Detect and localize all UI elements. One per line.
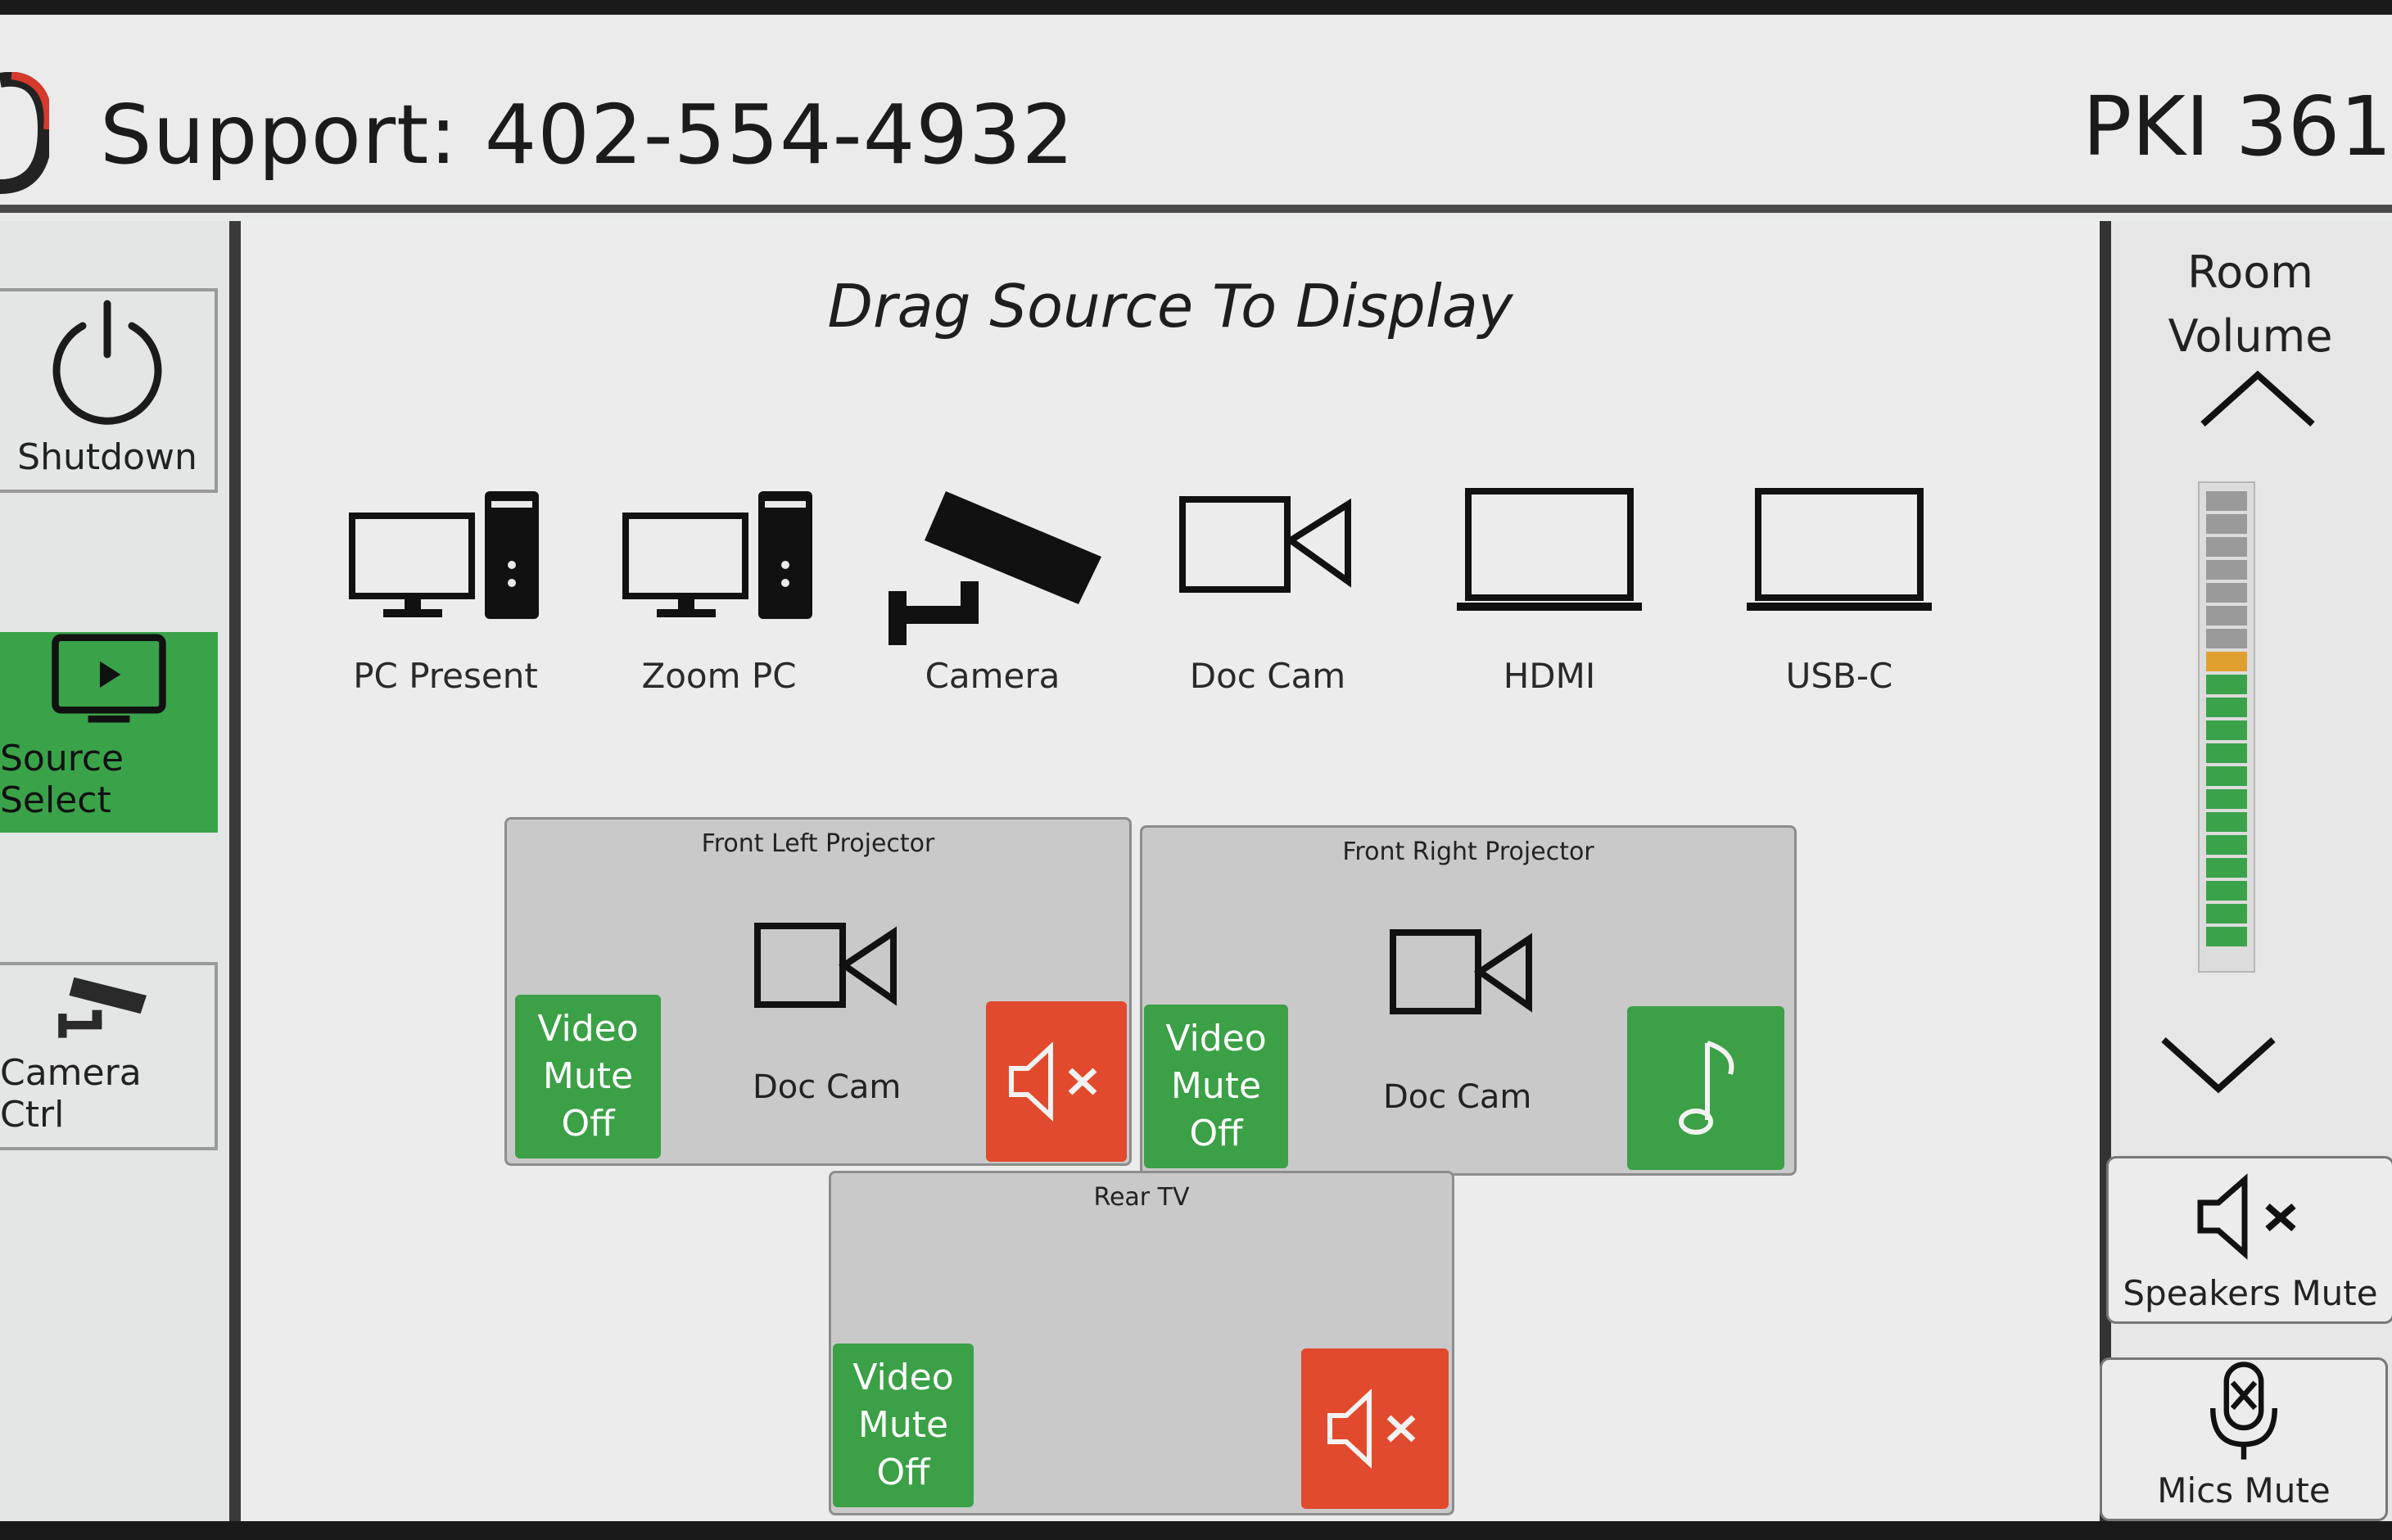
video-mute-button[interactable]: Video Mute Off bbox=[515, 995, 661, 1158]
source-select-button[interactable]: Source Select bbox=[0, 632, 218, 833]
source-usb-c[interactable]: USB-C bbox=[1716, 483, 1962, 696]
video-mute-button[interactable]: Video Mute Off bbox=[1144, 1005, 1288, 1168]
volume-meter-segment bbox=[2206, 858, 2247, 878]
volume-level-meter bbox=[2198, 481, 2255, 973]
room-name: PKI 361 bbox=[2082, 79, 2392, 174]
display-title: Front Left Projector bbox=[701, 829, 935, 858]
video-mute-line-2: Mute bbox=[542, 1055, 634, 1097]
laptop-icon bbox=[1457, 488, 1642, 611]
volume-meter-segment bbox=[2206, 583, 2247, 603]
page-title: Drag Source To Display bbox=[827, 272, 1513, 341]
shutdown-label: Shutdown bbox=[17, 436, 197, 478]
volume-meter-segment bbox=[2206, 491, 2247, 511]
video-mute-line-2: Mute bbox=[1170, 1065, 1262, 1107]
volume-meter-segment bbox=[2206, 881, 2247, 901]
video-camera-icon bbox=[754, 923, 897, 1008]
display-title: Front Right Projector bbox=[1342, 838, 1594, 866]
volume-down-icon[interactable] bbox=[2157, 1032, 2280, 1097]
audio-mute-button[interactable] bbox=[1301, 1348, 1449, 1509]
display-title: Rear TV bbox=[1093, 1183, 1190, 1212]
video-camera-icon bbox=[1390, 929, 1532, 1014]
volume-meter-segment bbox=[2206, 835, 2247, 855]
volume-meter-segment bbox=[2206, 927, 2247, 946]
display-rear-tv[interactable]: Rear TV Video Mute Off bbox=[829, 1171, 1454, 1515]
source-label: PC Present bbox=[353, 656, 538, 696]
room-volume-title-line-1: Room bbox=[2187, 246, 2313, 298]
mics-mute-label: Mics Mute bbox=[2157, 1470, 2331, 1511]
speakers-mute-label: Speakers Mute bbox=[2123, 1273, 2378, 1313]
speaker-muted-icon bbox=[1327, 1389, 1416, 1469]
monitor-play-icon bbox=[52, 634, 166, 723]
source-label: Doc Cam bbox=[1189, 656, 1346, 696]
volume-meter-segment bbox=[2206, 789, 2247, 809]
source-label: HDMI bbox=[1503, 656, 1596, 696]
volume-meter-segment bbox=[2206, 560, 2247, 580]
video-mute-line-3: Off bbox=[876, 1452, 930, 1493]
security-camera-icon bbox=[889, 491, 1101, 645]
source-hdmi[interactable]: HDMI bbox=[1427, 483, 1672, 696]
speaker-muted-icon bbox=[2197, 1173, 2296, 1260]
mics-mute-button[interactable]: Mics Mute bbox=[2100, 1357, 2388, 1521]
volume-rail: Room Volume Speakers Mute Mics Mute bbox=[2100, 221, 2392, 1521]
left-nav: Shutdown Source Select Camera Ctrl bbox=[0, 221, 241, 1521]
header-bar: Support: 402-554-4932 PKI 361 bbox=[0, 15, 2392, 213]
video-mute-line-2: Mute bbox=[857, 1404, 949, 1446]
source-select-label: Source Select bbox=[0, 738, 124, 821]
video-mute-line-3: Off bbox=[561, 1103, 615, 1145]
shutdown-button[interactable]: Shutdown bbox=[0, 288, 218, 493]
video-camera-icon bbox=[1179, 496, 1351, 593]
microphone-muted-icon bbox=[2209, 1362, 2278, 1460]
source-pc-present[interactable]: PC Present bbox=[323, 483, 568, 696]
pc-icon bbox=[349, 491, 539, 619]
speakers-mute-button[interactable]: Speakers Mute bbox=[2106, 1156, 2392, 1324]
camera-ctrl-button[interactable]: Camera Ctrl bbox=[0, 962, 218, 1150]
volume-meter-segment bbox=[2206, 698, 2247, 717]
source-zoom-pc[interactable]: Zoom PC bbox=[596, 483, 842, 696]
source-label: USB-C bbox=[1785, 656, 1893, 696]
volume-up-icon[interactable] bbox=[2196, 367, 2319, 432]
volume-meter-segment bbox=[2206, 629, 2247, 648]
display-current-source: Doc Cam bbox=[1383, 1078, 1532, 1116]
video-mute-line-3: Off bbox=[1189, 1113, 1243, 1154]
audio-unmuted-button[interactable] bbox=[1627, 1006, 1784, 1170]
source-label: Camera bbox=[925, 656, 1060, 696]
display-front-right-projector[interactable]: Front Right Projector Doc Cam Video Mute… bbox=[1140, 825, 1797, 1176]
volume-meter-segment bbox=[2206, 812, 2247, 832]
video-mute-button[interactable]: Video Mute Off bbox=[833, 1344, 974, 1507]
laptop-icon bbox=[1747, 488, 1932, 611]
security-camera-icon bbox=[58, 977, 147, 1038]
video-mute-line-1: Video bbox=[852, 1357, 954, 1398]
display-front-left-projector[interactable]: Front Left Projector Doc Cam Video Mute … bbox=[504, 817, 1132, 1166]
source-label: Zoom PC bbox=[641, 656, 797, 696]
volume-meter-segment bbox=[2206, 537, 2247, 557]
volume-meter-segment bbox=[2206, 743, 2247, 763]
brand-logo bbox=[0, 72, 49, 194]
volume-meter-segment bbox=[2206, 514, 2247, 534]
source-camera[interactable]: Camera bbox=[870, 483, 1115, 696]
room-volume-title-line-2: Volume bbox=[2168, 310, 2333, 362]
source-list: PC Present Zoom PC Camera Doc Cam HDMI U… bbox=[323, 483, 2091, 696]
pc-icon bbox=[622, 491, 812, 619]
audio-mute-button[interactable] bbox=[986, 1001, 1127, 1162]
video-mute-line-1: Video bbox=[537, 1008, 639, 1050]
touch-panel-screen: Support: 402-554-4932 PKI 361 Shutdown S… bbox=[0, 15, 2392, 1521]
source-doc-cam[interactable]: Doc Cam bbox=[1145, 483, 1390, 696]
volume-meter-segment bbox=[2206, 720, 2247, 740]
volume-meter-segment bbox=[2206, 766, 2247, 786]
source-routing-area: Drag Source To Display PC Present Zoom P… bbox=[241, 221, 2100, 1521]
volume-meter-segment bbox=[2206, 652, 2247, 671]
music-note-icon bbox=[1679, 1041, 1734, 1135]
video-mute-line-1: Video bbox=[1165, 1018, 1267, 1059]
display-current-source: Doc Cam bbox=[753, 1068, 902, 1106]
camera-ctrl-label: Camera Ctrl bbox=[0, 1052, 142, 1136]
speaker-muted-icon bbox=[1009, 1041, 1097, 1122]
support-phone: Support: 402-554-4932 bbox=[100, 87, 1075, 183]
volume-meter-segment bbox=[2206, 675, 2247, 694]
room-volume-title: Room Volume bbox=[2160, 241, 2340, 368]
volume-meter-segment bbox=[2206, 606, 2247, 625]
volume-meter-segment bbox=[2206, 904, 2247, 924]
power-icon bbox=[52, 300, 162, 425]
